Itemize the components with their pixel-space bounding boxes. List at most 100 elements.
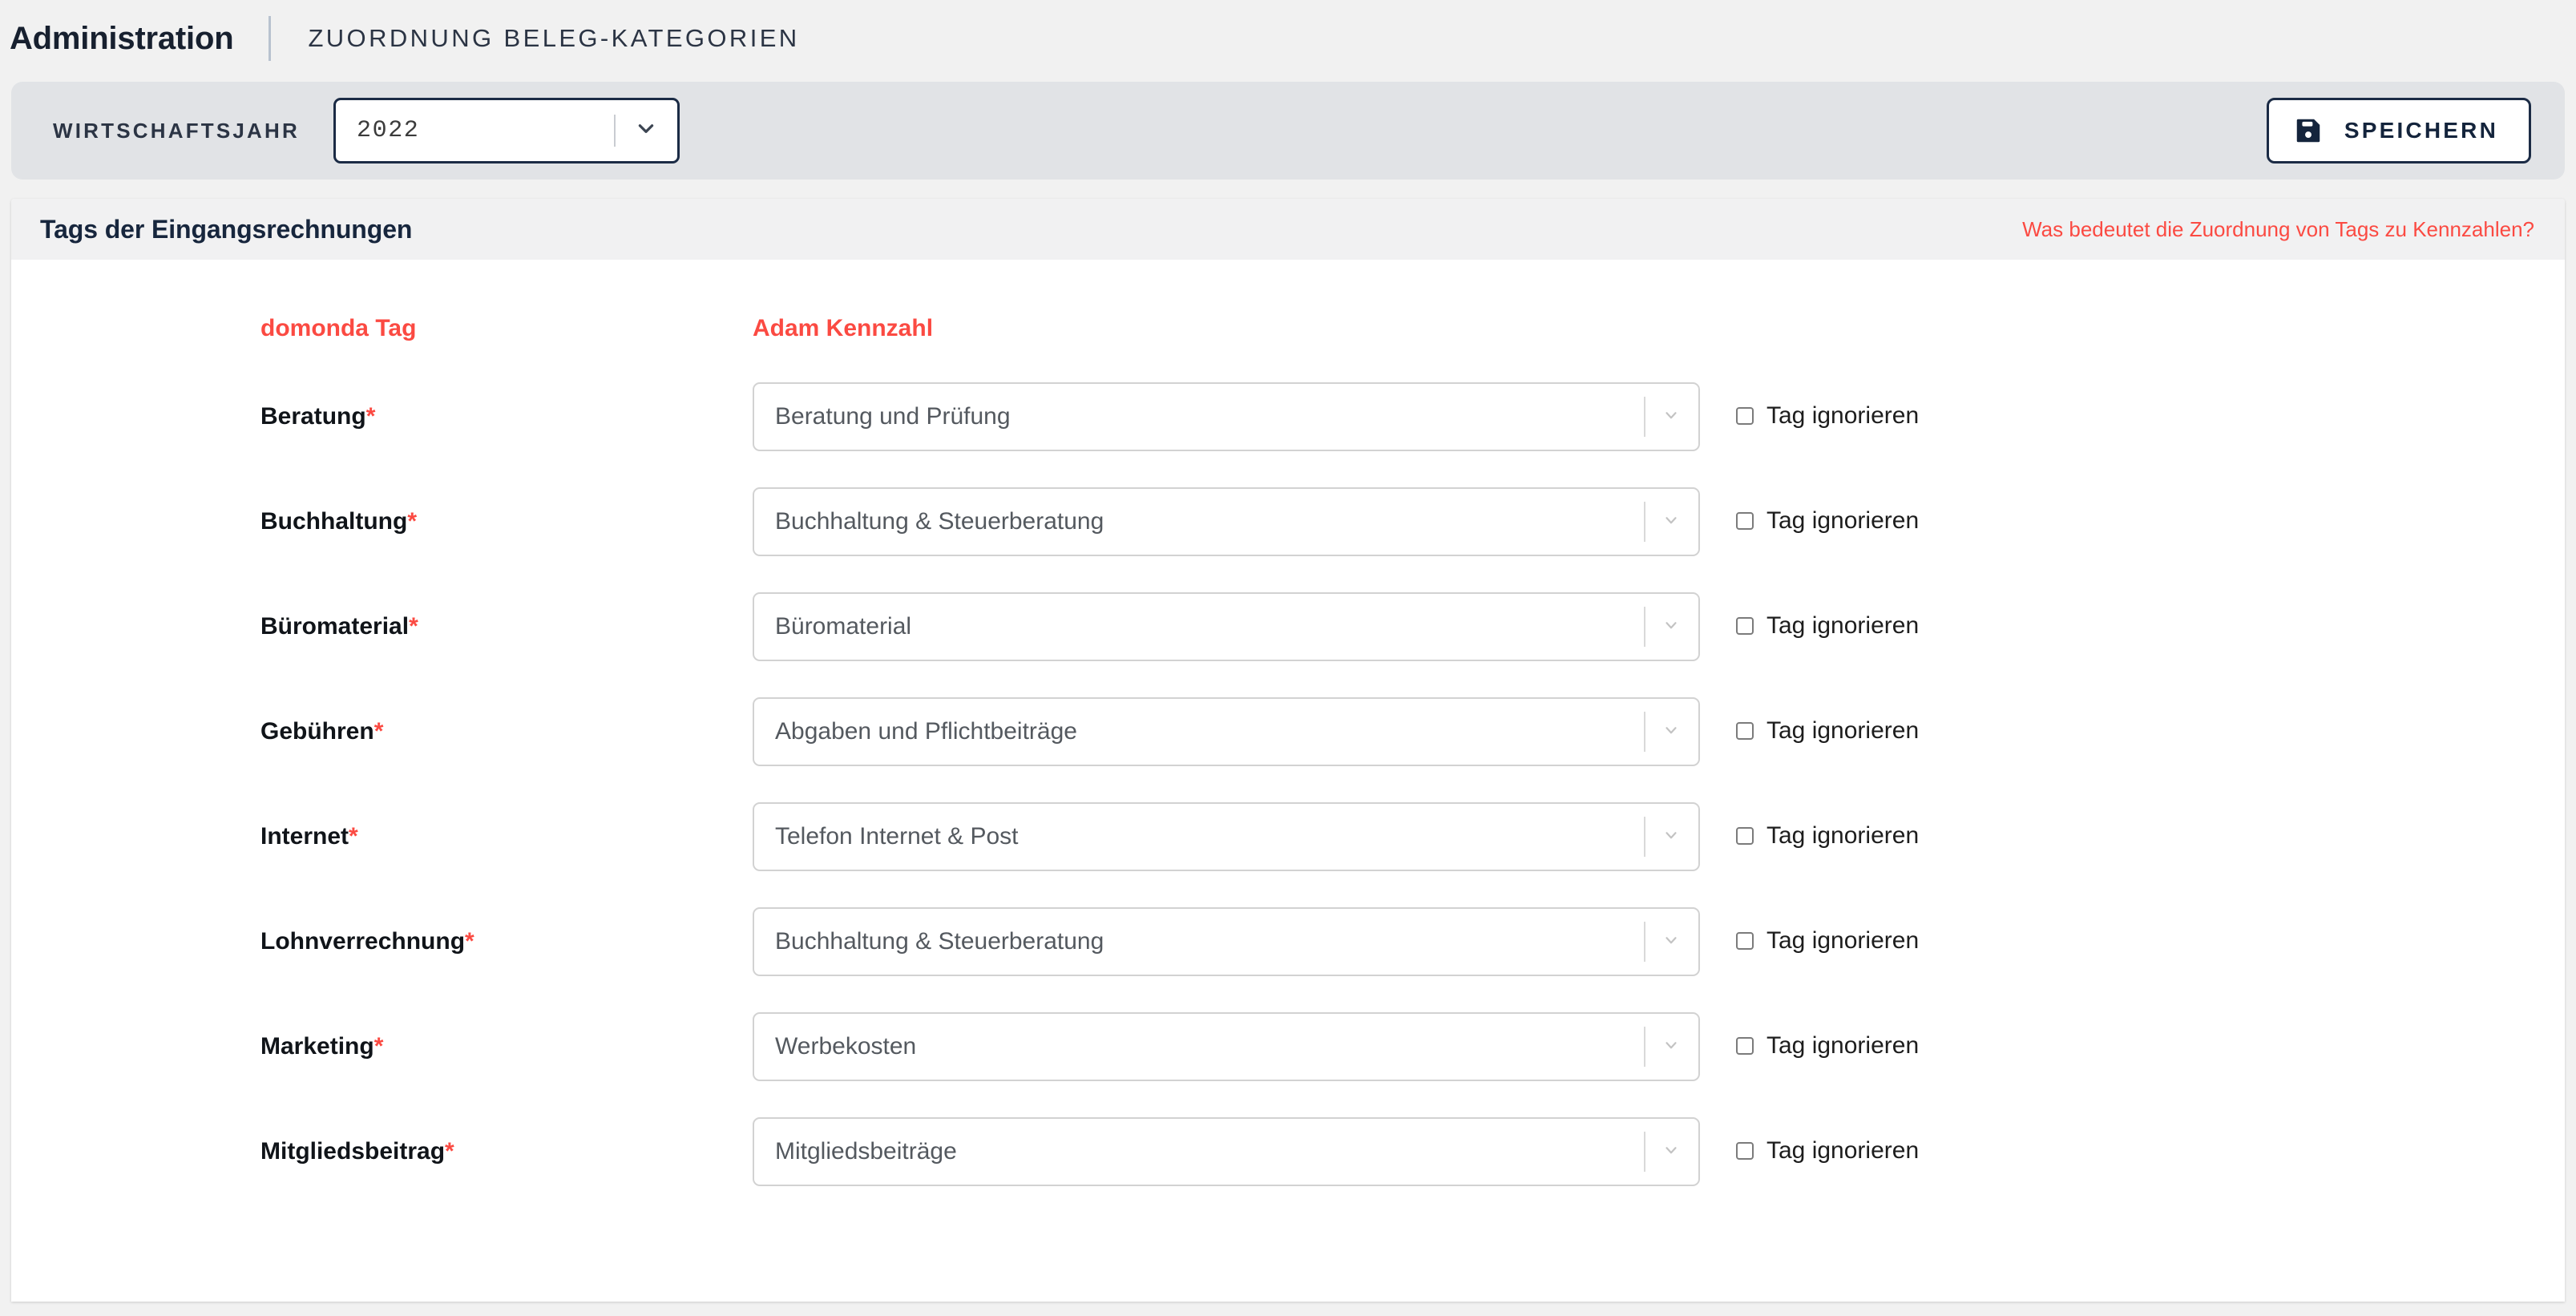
ignore-tag-cell: Tag ignorieren	[1702, 507, 1919, 535]
kennzahl-select-cell: Abgaben und Pflichtbeiträge	[753, 696, 1702, 766]
domonda-tag-label: Lohnverrechnung*	[260, 928, 753, 955]
kennzahl-select-cell: Mitgliedsbeiträge	[753, 1116, 1702, 1186]
kennzahl-select-cell: Beratung und Prüfung	[753, 381, 1702, 451]
ignore-tag-label[interactable]: Tag ignorieren	[1766, 507, 1919, 535]
tag-mapping-row: Beratung* Beratung und Prüfung Tag ignorie…	[11, 364, 2565, 469]
ignore-tag-cell: Tag ignorieren	[1702, 1137, 1919, 1165]
ignore-tag-label[interactable]: Tag ignorieren	[1766, 717, 1919, 745]
kennzahl-dropdown[interactable]: Buchhaltung & Steuerberatung	[753, 906, 1700, 976]
required-asterisk: *	[409, 612, 418, 640]
ignore-tag-cell: Tag ignorieren	[1702, 612, 1919, 640]
ignore-tag-label[interactable]: Tag ignorieren	[1766, 927, 1919, 955]
domonda-tag-name: Beratung	[260, 402, 366, 430]
chevron-down-icon	[1660, 406, 1682, 424]
kennzahl-select-cell: Buchhaltung & Steuerberatung	[753, 486, 1702, 556]
tag-mapping-row: Lohnverrechnung* Buchhaltung & Steuerbera…	[11, 889, 2565, 994]
kennzahl-value: Beratung und Prüfung	[775, 402, 1011, 430]
kennzahl-select-cell: Werbekosten	[753, 1011, 1702, 1081]
kennzahl-dropdown[interactable]: Mitgliedsbeiträge	[753, 1116, 1700, 1186]
dropdown-divider	[1644, 396, 1645, 437]
required-asterisk: *	[373, 717, 384, 745]
kennzahl-select-cell: Telefon Internet & Post	[753, 801, 1702, 871]
ignore-tag-checkbox[interactable]	[1736, 616, 1754, 635]
kennzahl-value: Mitgliedsbeiträge	[775, 1137, 957, 1165]
ignore-tag-checkbox[interactable]	[1736, 931, 1754, 950]
column-header-adam-kennzahl: Adam Kennzahl	[753, 315, 934, 341]
required-asterisk: *	[445, 1137, 454, 1165]
domonda-tag-name: Marketing	[260, 1032, 374, 1060]
tag-mapping-row: Gebühren* Abgaben und Pflichtbeiträge Tag …	[11, 679, 2565, 784]
kennzahl-dropdown[interactable]: Beratung und Prüfung	[753, 381, 1700, 451]
tag-mapping-row: Internet* Telefon Internet & Post Tag igno…	[11, 784, 2565, 889]
domonda-tag-label: Büromaterial*	[260, 613, 753, 640]
kennzahl-dropdown[interactable]: Buchhaltung & Steuerberatung	[753, 486, 1700, 556]
toolbar: WIRTSCHAFTSJAHR 2022 SPEICHERN	[11, 82, 2565, 180]
chevron-down-icon	[1660, 1036, 1682, 1054]
domonda-tag-label: Beratung*	[260, 403, 753, 430]
ignore-tag-checkbox[interactable]	[1736, 1141, 1754, 1160]
kennzahl-dropdown[interactable]: Abgaben und Pflichtbeiträge	[753, 696, 1700, 766]
save-button-label: SPEICHERN	[2344, 118, 2498, 143]
required-asterisk: *	[349, 822, 358, 850]
ignore-tag-checkbox[interactable]	[1736, 511, 1754, 530]
ignore-tag-checkbox[interactable]	[1736, 406, 1754, 425]
ignore-tag-label[interactable]: Tag ignorieren	[1766, 612, 1919, 640]
card-header: Tags der Eingangsrechnungen Was bedeutet…	[11, 199, 2565, 260]
select-divider	[614, 115, 616, 147]
ignore-tag-label[interactable]: Tag ignorieren	[1766, 822, 1919, 850]
card-title: Tags der Eingangsrechnungen	[40, 214, 413, 244]
domonda-tag-name: Gebühren	[260, 717, 374, 745]
ignore-tag-checkbox[interactable]	[1736, 721, 1754, 740]
domonda-tag-name: Internet	[260, 822, 349, 850]
dropdown-divider	[1644, 816, 1645, 857]
required-asterisk: *	[373, 1032, 384, 1060]
tag-mapping-row: Buchhaltung* Buchhaltung & Steuerberatung…	[11, 469, 2565, 574]
page-title: Administration	[10, 20, 234, 56]
dropdown-divider	[1644, 606, 1645, 647]
help-link[interactable]: Was bedeutet die Zuordnung von Tags zu K…	[2022, 217, 2534, 242]
tag-mapping-row: Büromaterial* Büromaterial Tag ignorieren	[11, 574, 2565, 679]
domonda-tag-name: Lohnverrechnung	[260, 927, 466, 955]
top-bar: Administration ZUORDNUNG BELEG-KATEGORIE…	[0, 0, 2576, 77]
save-button[interactable]: SPEICHERN	[2266, 98, 2531, 163]
kennzahl-dropdown[interactable]: Telefon Internet & Post	[753, 801, 1700, 871]
floppy-disk-icon	[2293, 115, 2324, 146]
chevron-down-icon	[636, 118, 656, 139]
ignore-tag-checkbox[interactable]	[1736, 1036, 1754, 1055]
fiscal-year-value: 2022	[357, 117, 420, 144]
ignore-tag-cell: Tag ignorieren	[1702, 927, 1919, 955]
chevron-down-icon	[1660, 826, 1682, 844]
ignore-tag-label[interactable]: Tag ignorieren	[1766, 402, 1919, 430]
kennzahl-value: Telefon Internet & Post	[775, 822, 1019, 850]
ignore-tag-checkbox[interactable]	[1736, 826, 1754, 845]
tag-mapping-row: Mitgliedsbeitrag* Mitgliedsbeiträge Tag ig…	[11, 1099, 2565, 1204]
column-header-domonda-tag: domonda Tag	[260, 315, 417, 341]
tag-mapping-list: Beratung* Beratung und Prüfung Tag ignorie…	[11, 364, 2565, 1204]
column-headers: domonda Tag Adam Kennzahl	[11, 305, 2565, 353]
domonda-tag-label: Buchhaltung*	[260, 508, 753, 535]
domonda-tag-name: Büromaterial	[260, 612, 410, 640]
required-asterisk: *	[465, 927, 474, 955]
ignore-tag-cell: Tag ignorieren	[1702, 402, 1919, 430]
kennzahl-dropdown[interactable]: Büromaterial	[753, 591, 1700, 661]
kennzahl-dropdown[interactable]: Werbekosten	[753, 1011, 1700, 1081]
ignore-tag-label[interactable]: Tag ignorieren	[1766, 1032, 1919, 1060]
domonda-tag-label: Mitgliedsbeitrag*	[260, 1138, 753, 1165]
ignore-tag-cell: Tag ignorieren	[1702, 717, 1919, 745]
domonda-tag-label: Marketing*	[260, 1033, 753, 1060]
domonda-tag-label: Internet*	[260, 823, 753, 850]
chevron-down-icon	[1660, 1141, 1682, 1159]
kennzahl-select-cell: Buchhaltung & Steuerberatung	[753, 906, 1702, 976]
required-asterisk: *	[407, 507, 417, 535]
fiscal-year-select[interactable]: 2022	[333, 98, 680, 163]
domonda-tag-label: Gebühren*	[260, 718, 753, 745]
dropdown-divider	[1644, 1131, 1645, 1172]
page-subtitle: ZUORDNUNG BELEG-KATEGORIEN	[308, 24, 800, 52]
fiscal-year-label: WIRTSCHAFTSJAHR	[53, 118, 300, 143]
kennzahl-value: Büromaterial	[775, 612, 912, 640]
chevron-down-icon	[1660, 616, 1682, 634]
kennzahl-value: Abgaben und Pflichtbeiträge	[775, 717, 1077, 745]
kennzahl-value: Buchhaltung & Steuerberatung	[775, 927, 1104, 955]
ignore-tag-label[interactable]: Tag ignorieren	[1766, 1137, 1919, 1165]
domonda-tag-name: Mitgliedsbeitrag	[260, 1137, 446, 1165]
